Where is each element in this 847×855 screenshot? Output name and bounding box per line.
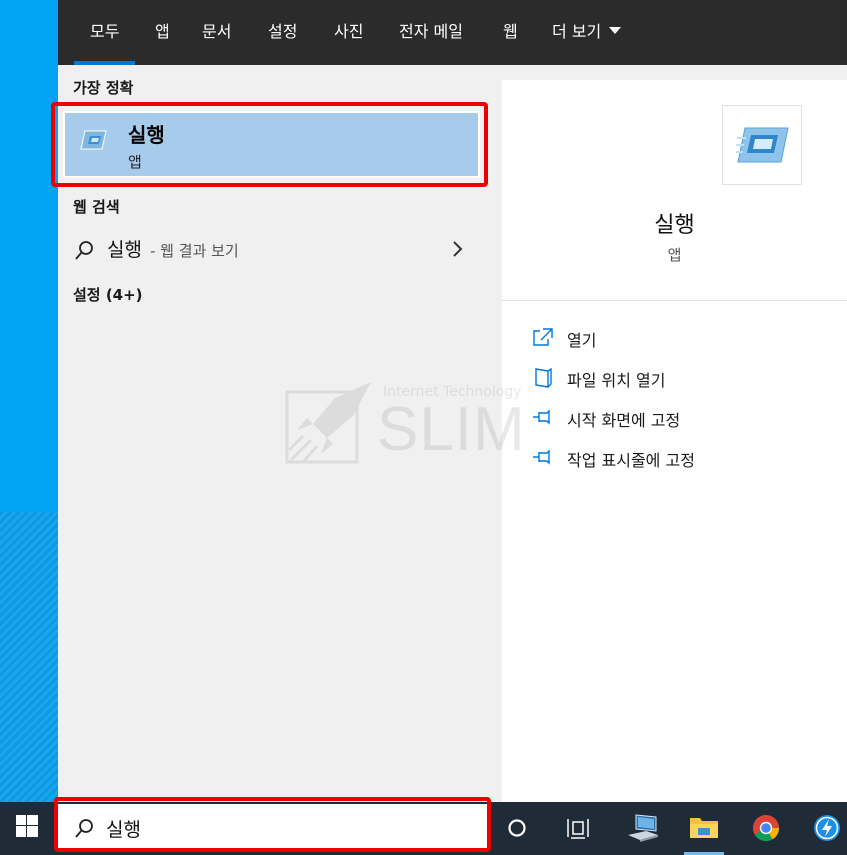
web-search-suffix: - 웹 결과 보기 <box>150 242 239 260</box>
tab-web[interactable]: 웹 <box>503 0 518 65</box>
folder-icon <box>690 818 718 838</box>
open-icon <box>533 328 553 346</box>
cortana-circle-icon <box>508 819 526 837</box>
chrome-button[interactable] <box>742 802 790 855</box>
divider <box>502 300 847 301</box>
desktop-background <box>0 0 58 512</box>
cortana-button[interactable] <box>497 802 537 855</box>
tab-photos[interactable]: 사진 <box>334 0 363 65</box>
task-view-button[interactable] <box>556 802 600 855</box>
computer-icon <box>628 814 658 842</box>
this-pc-button[interactable] <box>618 802 668 855</box>
action-pin-to-taskbar[interactable]: 작업 표시줄에 고정 <box>532 443 832 473</box>
chrome-icon <box>752 815 780 842</box>
action-pin-to-start-label: 시작 화면에 고정 <box>567 411 681 430</box>
action-pin-to-start[interactable]: 시작 화면에 고정 <box>532 403 832 433</box>
search-filter-bar: 모두 앱 문서 설정 사진 전자 메일 웹 더 보기 <box>58 0 847 65</box>
caret-down-icon <box>609 27 622 34</box>
tab-apps[interactable]: 앱 <box>155 0 170 65</box>
lightning-app-icon <box>814 815 840 841</box>
tab-documents[interactable]: 문서 <box>202 0 231 65</box>
settings-heading[interactable]: 설정 (4+) <box>73 284 143 305</box>
tab-more-label: 더 보기 <box>552 22 602 41</box>
desktop-background-pattern <box>0 512 58 802</box>
watermark-text: SLIM <box>377 395 526 464</box>
file-explorer-button[interactable] <box>680 802 728 855</box>
action-open-label: 열기 <box>567 331 597 350</box>
action-open-file-location-label: 파일 위치 열기 <box>567 371 666 390</box>
app-tile <box>722 105 802 185</box>
tab-settings[interactable]: 설정 <box>268 0 297 65</box>
rocket-logo-icon <box>285 382 371 464</box>
web-search-query: 실행 <box>107 239 142 261</box>
detail-pane: 실행 앱 열기 파일 위치 열기 시작 화면에 고정 작업 표시줄에 고정 <box>502 80 847 802</box>
tab-all[interactable]: 모두 <box>73 0 137 65</box>
highlight-box-best-match <box>51 102 488 187</box>
web-search-result[interactable]: 실행 - 웹 결과 보기 <box>58 229 488 269</box>
search-icon <box>75 241 93 260</box>
tab-more[interactable]: 더 보기 <box>552 0 622 65</box>
detail-app-subtitle: 앱 <box>667 246 682 264</box>
chevron-right-icon <box>453 241 463 257</box>
windows-logo-icon <box>16 815 38 837</box>
start-button[interactable] <box>0 802 55 855</box>
task-view-icon <box>567 819 589 839</box>
web-search-heading: 웹 검색 <box>73 198 120 216</box>
best-match-heading: 가장 정확 <box>73 79 134 97</box>
watermark: Internet Technology SLIM <box>283 380 543 470</box>
pinned-app-button[interactable] <box>805 802 847 855</box>
action-open[interactable]: 열기 <box>532 323 832 353</box>
action-pin-to-taskbar-label: 작업 표시줄에 고정 <box>567 451 695 470</box>
tab-email[interactable]: 전자 메일 <box>399 0 463 65</box>
detail-app-title: 실행 <box>654 213 695 238</box>
run-app-icon <box>736 127 789 163</box>
highlight-box-search <box>54 797 491 852</box>
action-open-file-location[interactable]: 파일 위치 열기 <box>532 363 832 393</box>
